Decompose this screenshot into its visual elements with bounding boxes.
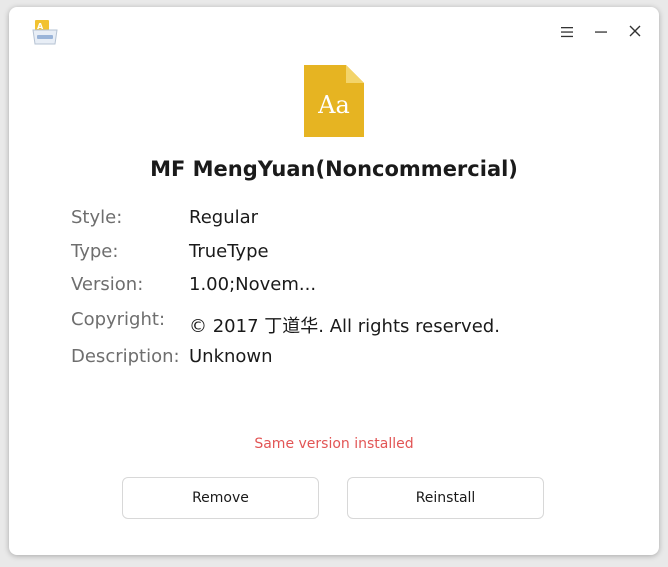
version-label: Version: [71, 274, 144, 295]
type-value: TrueType [189, 241, 269, 262]
info-row-version: Version: 1.00;Novem... [71, 274, 316, 295]
minimize-icon [594, 23, 608, 42]
font-file-icon: Aa [304, 65, 364, 137]
info-row-description: Description: Unknown [71, 346, 273, 367]
menu-button[interactable] [556, 21, 578, 43]
description-label: Description: [71, 346, 180, 367]
style-label: Style: [71, 207, 123, 228]
hamburger-menu-icon [560, 23, 574, 42]
copyright-value: © 2017 丁道华. All rights reserved. [189, 316, 500, 337]
remove-button[interactable]: Remove [122, 477, 319, 519]
status-message: Same version installed [254, 436, 414, 452]
close-icon [628, 23, 642, 42]
info-row-copyright: Copyright: © 2017 丁道华. All rights reserve… [71, 309, 500, 338]
font-name: MF MengYuan(Noncommercial) [150, 157, 518, 181]
font-installer-window: A Aa MF MengYuan(Noncommercial) Style: R… [9, 7, 659, 555]
info-row-style: Style: Regular [71, 207, 258, 228]
style-value: Regular [189, 207, 259, 228]
minimize-button[interactable] [590, 21, 612, 43]
copyright-label: Copyright: [71, 309, 166, 330]
info-row-type: Type: TrueType [71, 241, 269, 262]
reinstall-button[interactable]: Reinstall [347, 477, 544, 519]
close-button[interactable] [624, 21, 646, 43]
version-value: 1.00;Novem... [189, 274, 317, 295]
font-installer-icon: A [31, 18, 59, 46]
font-file-icon-text: Aa [317, 91, 350, 119]
type-label: Type: [71, 241, 119, 262]
description-value: Unknown [189, 346, 273, 367]
